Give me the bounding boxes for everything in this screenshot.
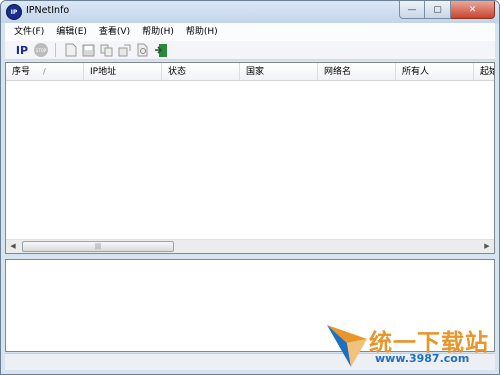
watermark-logo xyxy=(327,325,367,367)
minimize-button[interactable]: — xyxy=(399,1,425,19)
toolbar: IP STOP xyxy=(5,41,495,60)
maximize-icon: ▢ xyxy=(433,4,442,15)
toolbar-separator xyxy=(55,43,56,57)
stop-button[interactable]: STOP xyxy=(34,43,48,57)
horizontal-scrollbar[interactable]: ◀ ||| ▶ xyxy=(6,239,494,253)
new-file-icon[interactable] xyxy=(63,43,78,58)
minimize-icon: — xyxy=(407,4,417,15)
close-icon: ✕ xyxy=(468,4,477,15)
menu-view[interactable]: 查看(V) xyxy=(93,23,136,41)
column-header-owner[interactable]: 所有人 xyxy=(396,63,474,81)
column-header-status[interactable]: 状态 xyxy=(162,63,240,81)
find-icon[interactable] xyxy=(135,43,150,58)
scroll-right-icon[interactable]: ▶ xyxy=(480,240,494,253)
column-header-network-name[interactable]: 网络名 xyxy=(318,63,396,81)
column-header-ip-address[interactable]: IP地址 xyxy=(84,63,162,81)
ip-lookup-button[interactable]: IP xyxy=(13,43,31,58)
title-bar[interactable]: IP IPNetInfo — ▢ ✕ xyxy=(1,1,499,23)
column-header-start[interactable]: 起始 xyxy=(474,63,494,81)
sort-icon: / xyxy=(43,67,46,76)
caption-buttons: — ▢ ✕ xyxy=(399,1,495,19)
column-label-network-name: 网络名 xyxy=(324,67,352,77)
save-icon[interactable] xyxy=(81,43,96,58)
html-report-icon[interactable] xyxy=(117,43,132,58)
menu-file[interactable]: 文件(F) xyxy=(8,23,50,41)
app-window: IP IPNetInfo — ▢ ✕ 文件(F) 编辑(E) 查看(V) 帮助(… xyxy=(0,0,500,375)
scroll-left-icon[interactable]: ◀ xyxy=(6,240,20,253)
column-header-country[interactable]: 国家 xyxy=(240,63,318,81)
copy-icon[interactable] xyxy=(99,43,114,58)
scroll-thumb[interactable]: ||| xyxy=(22,241,174,252)
app-icon: IP xyxy=(6,4,22,20)
menu-help-2[interactable]: 帮助(H) xyxy=(180,23,224,41)
column-label-index: 序号 xyxy=(12,67,31,77)
column-label-ip-address: IP地址 xyxy=(90,67,117,77)
list-header: 序号 / IP地址 状态 国家 网络名 所有人 起始 xyxy=(6,63,494,81)
column-label-owner: 所有人 xyxy=(402,67,430,77)
menu-edit[interactable]: 编辑(E) xyxy=(50,23,93,41)
menu-bar: 文件(F) 编辑(E) 查看(V) 帮助(H) 帮助(H) xyxy=(5,23,495,41)
watermark-url: www.3987.com xyxy=(375,352,470,365)
close-button[interactable]: ✕ xyxy=(451,1,495,19)
window-title: IPNetInfo xyxy=(26,5,70,16)
watermark: 统一下载站 www.3987.com xyxy=(323,319,499,371)
results-list[interactable]: 序号 / IP地址 状态 国家 网络名 所有人 起始 ◀ ||| ▶ xyxy=(5,62,495,254)
column-label-country: 国家 xyxy=(246,67,265,77)
column-label-start: 起始 xyxy=(480,67,494,77)
column-label-status: 状态 xyxy=(168,67,187,77)
menu-help[interactable]: 帮助(H) xyxy=(136,23,180,41)
column-header-index[interactable]: 序号 / xyxy=(6,63,84,81)
exit-icon[interactable] xyxy=(153,43,168,58)
maximize-button[interactable]: ▢ xyxy=(425,1,451,19)
